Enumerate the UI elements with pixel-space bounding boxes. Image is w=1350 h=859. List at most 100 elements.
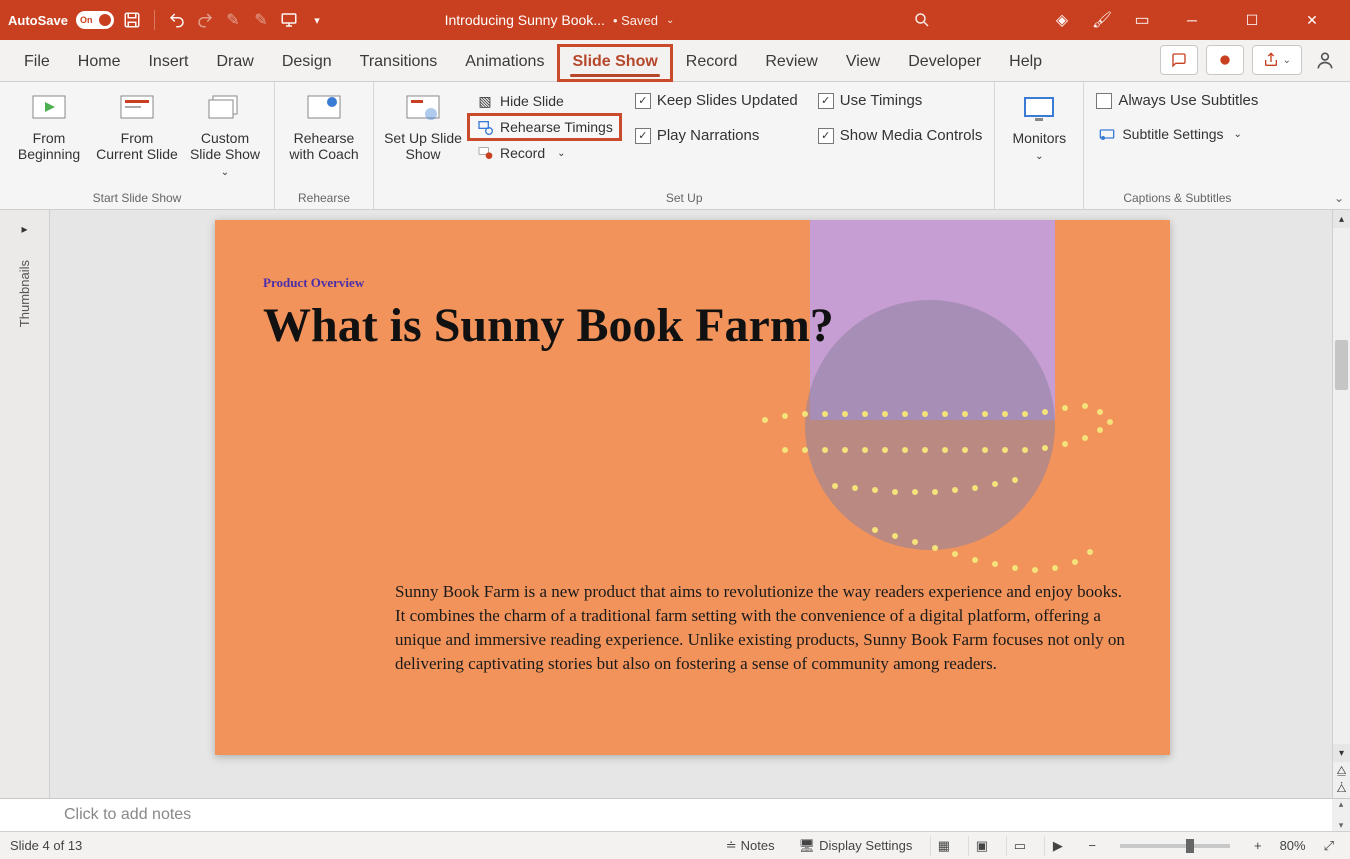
zoom-out-button[interactable]: − <box>1082 838 1102 853</box>
slide-decoration-circle <box>805 300 1055 550</box>
rehearse-coach-button[interactable]: Rehearse with Coach <box>283 88 365 162</box>
sorter-view-button[interactable]: ▣ <box>968 836 994 856</box>
zoom-in-button[interactable]: + <box>1248 838 1268 853</box>
maximize-button[interactable]: ☐ <box>1232 0 1272 40</box>
show-media-controls-checkbox[interactable]: Show Media Controls <box>814 125 987 146</box>
tab-help[interactable]: Help <box>995 45 1056 81</box>
keep-slides-updated-checkbox[interactable]: Keep Slides Updated <box>631 90 802 111</box>
record-label: Record <box>500 145 545 161</box>
setup-slideshow-label: Set Up Slide Show <box>382 130 464 162</box>
redo-icon[interactable] <box>195 10 215 30</box>
qat-overflow-icon[interactable]: ▾ <box>307 10 327 30</box>
display-settings-icon: 🖥 <box>799 838 816 854</box>
tab-home[interactable]: Home <box>64 45 135 81</box>
comments-button[interactable] <box>1160 45 1198 75</box>
expand-thumbnails-icon[interactable]: ▸ <box>21 222 27 236</box>
thumbnails-pane-collapsed[interactable]: ▸ Thumbnails <box>0 210 50 798</box>
use-timings-label: Use Timings <box>840 92 923 109</box>
tab-developer[interactable]: Developer <box>894 45 995 81</box>
prev-slide-nav-button[interactable]: ⧋ <box>1333 762 1350 780</box>
tab-file[interactable]: File <box>10 45 64 81</box>
from-current-label: From Current Slide <box>96 130 178 162</box>
ribbon-group-start: From Beginning From Current Slide Custom… <box>0 82 275 209</box>
vertical-scrollbar[interactable]: ▴ ▾ ⧋ ⧊ <box>1332 210 1350 798</box>
document-title-area: Introducing Sunny Book... • Saved ⌄ <box>327 12 792 28</box>
setup-slideshow-button[interactable]: Set Up Slide Show <box>382 88 464 162</box>
ribbon-group-monitors: Monitors⌄ <box>995 82 1084 209</box>
ribbon: From Beginning From Current Slide Custom… <box>0 82 1350 210</box>
account-button[interactable] <box>1310 45 1340 75</box>
tab-transitions[interactable]: Transitions <box>346 45 452 81</box>
hide-slide-button[interactable]: ▧ Hide Slide <box>470 90 619 112</box>
rehearse-timings-label: Rehearse Timings <box>500 119 613 135</box>
from-beginning-button[interactable]: From Beginning <box>8 88 90 162</box>
tab-draw[interactable]: Draw <box>202 45 267 81</box>
tab-record[interactable]: Record <box>672 45 752 81</box>
normal-view-button[interactable]: ▦ <box>930 836 956 856</box>
reading-view-button[interactable]: ▭ <box>1006 836 1032 856</box>
notes-toggle-label: Notes <box>741 838 775 853</box>
share-button[interactable]: ⌄ <box>1252 45 1302 75</box>
zoom-slider[interactable] <box>1120 844 1230 848</box>
slide-body-text[interactable]: Sunny Book Farm is a new product that ai… <box>395 580 1130 677</box>
slide-headline[interactable]: What is Sunny Book Farm? <box>263 300 834 353</box>
tab-review[interactable]: Review <box>751 45 831 81</box>
subtitle-settings-label: Subtitle Settings <box>1122 126 1223 142</box>
custom-show-button[interactable]: Custom Slide Show ⌄ <box>184 88 266 178</box>
tab-slide-show[interactable]: Slide Show <box>558 45 671 81</box>
display-settings-button[interactable]: 🖥 Display Settings <box>793 838 919 854</box>
always-subtitles-label: Always Use Subtitles <box>1118 92 1258 109</box>
scroll-down-button[interactable]: ▾ <box>1333 744 1350 762</box>
fit-to-window-button[interactable]: ⤢ <box>1318 838 1340 854</box>
tab-design[interactable]: Design <box>268 45 346 81</box>
ribbon-group-captions: Always Use Subtitles Subtitle Settings ⌄… <box>1084 82 1270 209</box>
display-settings-label: Display Settings <box>819 838 912 853</box>
notes-pane[interactable]: Click to add notes ▴▾ <box>0 798 1350 831</box>
use-timings-checkbox[interactable]: Use Timings <box>814 90 987 111</box>
subtitle-settings-button[interactable]: Subtitle Settings ⌄ <box>1092 123 1262 145</box>
close-button[interactable]: ✕ <box>1292 0 1332 40</box>
slideshow-view-button[interactable]: ▶ <box>1044 836 1070 856</box>
hide-slide-icon: ▧ <box>476 92 494 110</box>
save-icon[interactable] <box>122 10 142 30</box>
tab-view[interactable]: View <box>832 45 894 81</box>
scroll-thumb[interactable] <box>1335 340 1348 390</box>
minimize-button[interactable]: ─ <box>1172 0 1212 40</box>
notes-toggle-button[interactable]: ≐ Notes <box>720 838 781 854</box>
scroll-up-button[interactable]: ▴ <box>1333 210 1350 228</box>
slide-overline[interactable]: Product Overview <box>263 275 364 291</box>
next-slide-nav-button[interactable]: ⧊ <box>1333 780 1350 798</box>
brush-icon[interactable]: 🖌 <box>1092 10 1112 30</box>
save-status: • Saved <box>613 13 658 28</box>
always-use-subtitles-checkbox[interactable]: Always Use Subtitles <box>1092 90 1262 111</box>
search-area[interactable] <box>792 11 1052 29</box>
monitors-button[interactable]: Monitors⌄ <box>1003 88 1075 162</box>
diamond-icon[interactable]: ◈ <box>1052 10 1072 30</box>
notes-icon: ≐ <box>726 838 737 854</box>
autosave-toggle[interactable]: On <box>76 11 114 29</box>
quick-icon-1[interactable]: ✎ <box>223 10 243 30</box>
from-current-button[interactable]: From Current Slide <box>96 88 178 162</box>
autosave-state: On <box>80 15 93 25</box>
present-icon[interactable] <box>279 10 299 30</box>
window-mode-icon[interactable]: ▭ <box>1132 10 1152 30</box>
ribbon-tabs: File Home Insert Draw Design Transitions… <box>0 40 1350 82</box>
record-dropdown-button[interactable]: Record ⌄ <box>470 142 619 164</box>
play-narrations-checkbox[interactable]: Play Narrations <box>631 125 802 146</box>
rehearse-timings-button[interactable]: Rehearse Timings <box>470 116 619 138</box>
slide[interactable]: Product Overview What is Sunny Book Farm… <box>215 220 1170 755</box>
custom-show-label: Custom Slide Show ⌄ <box>184 130 266 178</box>
collapse-ribbon-button[interactable]: ⌄ <box>1334 191 1344 205</box>
group-label-captions: Captions & Subtitles <box>1092 187 1262 207</box>
tab-insert[interactable]: Insert <box>134 45 202 81</box>
group-label-start: Start Slide Show <box>8 187 266 207</box>
quick-icon-2[interactable]: ✎ <box>251 10 271 30</box>
undo-icon[interactable] <box>167 10 187 30</box>
hide-slide-label: Hide Slide <box>500 93 564 109</box>
slide-canvas[interactable]: Product Overview What is Sunny Book Farm… <box>50 210 1332 798</box>
title-dropdown-icon[interactable]: ⌄ <box>666 15 674 26</box>
camera-record-button[interactable] <box>1206 45 1244 75</box>
notes-scrollbar[interactable]: ▴▾ <box>1332 799 1350 831</box>
tab-animations[interactable]: Animations <box>451 45 558 81</box>
subtitle-settings-icon <box>1098 125 1116 143</box>
